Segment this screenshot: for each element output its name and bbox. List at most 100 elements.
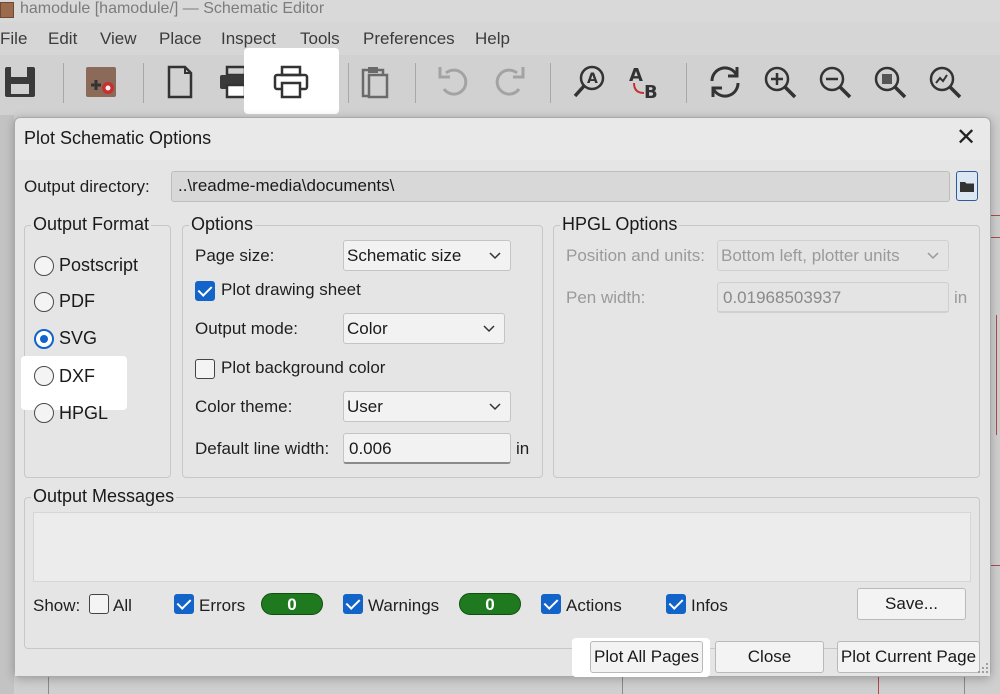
find-icon[interactable]: A — [566, 59, 612, 105]
plot-drawing-sheet-label[interactable]: Plot drawing sheet — [221, 280, 361, 300]
menu-help[interactable]: Help — [475, 29, 510, 49]
chevron-down-icon — [489, 252, 501, 260]
pen-width-label: Pen width: — [566, 288, 646, 307]
options-title: Options — [189, 214, 256, 235]
save-messages-button[interactable]: Save... — [857, 588, 966, 620]
plot-current-page-button[interactable]: Plot Current Page — [837, 641, 980, 673]
folder-icon — [960, 182, 974, 192]
show-actions-checkbox[interactable] — [541, 594, 561, 614]
chevron-down-icon — [489, 403, 501, 411]
radio-dxf[interactable] — [34, 366, 54, 386]
show-infos-label[interactable]: Infos — [691, 596, 728, 616]
output-mode-label: Output mode: — [195, 319, 299, 338]
zoom-in-icon[interactable] — [757, 59, 803, 105]
dialog-body: Output directory: ..\readme-media\docume… — [15, 160, 990, 677]
radio-postscript[interactable] — [34, 256, 54, 276]
errors-count-badge: 0 — [261, 593, 323, 615]
page-size-label: Page size: — [195, 246, 275, 265]
menu-place[interactable]: Place — [159, 29, 202, 49]
browse-folder-button[interactable] — [956, 171, 978, 201]
dialog-title: Plot Schematic Options — [24, 128, 212, 148]
schematic-setup-icon[interactable] — [78, 59, 124, 105]
find-replace-icon[interactable]: AB — [622, 59, 668, 105]
color-theme-value: User — [347, 397, 383, 416]
color-theme-select[interactable]: User — [343, 391, 511, 422]
output-directory-label: Output directory: — [24, 177, 150, 196]
menu-view[interactable]: View — [100, 29, 137, 49]
radio-pdf[interactable] — [34, 292, 54, 312]
pen-width-input[interactable]: 0.01968503937 — [717, 282, 949, 313]
close-icon[interactable]: ✕ — [951, 122, 981, 152]
color-theme-label: Color theme: — [195, 397, 293, 416]
undo-icon[interactable] — [430, 59, 476, 105]
plot-icon[interactable] — [268, 59, 314, 105]
output-mode-select[interactable]: Color — [343, 313, 505, 344]
radio-hpgl[interactable] — [34, 403, 54, 423]
menu-file[interactable]: File — [0, 29, 27, 49]
show-label: Show: — [33, 596, 81, 615]
menu-tools[interactable]: Tools — [300, 29, 340, 49]
show-warnings-checkbox[interactable] — [343, 594, 363, 614]
app-icon — [0, 2, 14, 18]
output-format-title: Output Format — [31, 214, 152, 235]
show-errors-label[interactable]: Errors — [199, 596, 245, 616]
paste-icon[interactable] — [352, 59, 398, 105]
menu-preferences[interactable]: Preferences — [363, 29, 455, 49]
svg-text:B: B — [644, 82, 658, 101]
plot-drawing-sheet-checkbox[interactable] — [195, 281, 215, 301]
plot-background-label[interactable]: Plot background color — [221, 358, 385, 378]
default-line-width-input[interactable]: 0.006 — [343, 433, 511, 464]
options-group: Options Page size: Schematic size Plot d… — [182, 214, 543, 478]
title-bar: hamodule [hamodule/] — Schematic Editor — [0, 0, 1000, 22]
plot-background-checkbox[interactable] — [195, 359, 215, 379]
resize-grip-icon[interactable] — [977, 662, 989, 674]
redo-icon[interactable] — [487, 59, 533, 105]
show-infos-checkbox[interactable] — [666, 594, 686, 614]
position-units-value: Bottom left, plotter units — [721, 246, 900, 265]
hpgl-options-group: HPGL Options Position and units: Bottom … — [553, 214, 980, 478]
show-all-checkbox[interactable] — [89, 594, 109, 614]
page-settings-icon[interactable] — [156, 59, 202, 105]
radio-svg[interactable] — [34, 329, 54, 349]
radio-label-postscript[interactable]: Postscript — [59, 255, 138, 276]
hpgl-options-title: HPGL Options — [560, 214, 680, 235]
page-size-value: Schematic size — [347, 246, 462, 265]
show-all-label[interactable]: All — [113, 596, 132, 616]
show-warnings-label[interactable]: Warnings — [368, 596, 439, 616]
position-units-label: Position and units: — [566, 246, 705, 265]
position-units-select[interactable]: Bottom left, plotter units — [717, 240, 949, 271]
output-messages-title: Output Messages — [31, 486, 177, 507]
menu-bar: File Edit View Place Inspect Tools Prefe… — [0, 27, 1000, 53]
radio-label-hpgl[interactable]: HPGL — [59, 403, 108, 424]
menu-edit[interactable]: Edit — [48, 29, 77, 49]
refresh-icon[interactable] — [702, 59, 748, 105]
output-mode-value: Color — [347, 319, 388, 338]
messages-list[interactable] — [33, 512, 971, 582]
radio-label-dxf[interactable]: DXF — [59, 366, 95, 387]
save-icon[interactable] — [0, 59, 43, 105]
chevron-down-icon — [483, 325, 495, 333]
close-button[interactable]: Close — [715, 641, 824, 673]
left-toolbar — [0, 115, 14, 694]
window-title: hamodule [hamodule/] — Schematic Editor — [20, 0, 325, 17]
pen-width-unit: in — [954, 288, 968, 307]
zoom-out-icon[interactable] — [812, 59, 858, 105]
show-actions-label[interactable]: Actions — [566, 596, 622, 616]
zoom-fit-icon[interactable] — [867, 59, 913, 105]
zoom-objects-icon[interactable] — [922, 59, 968, 105]
warnings-count-badge: 0 — [459, 593, 521, 615]
default-line-width-unit: in — [516, 439, 530, 458]
radio-label-pdf[interactable]: PDF — [59, 291, 95, 312]
svg-text:A: A — [587, 71, 598, 87]
radio-label-svg[interactable]: SVG — [59, 328, 97, 349]
plot-schematic-dialog: Plot Schematic Options ✕ Output director… — [14, 117, 991, 677]
svg-text:A: A — [629, 65, 643, 86]
chevron-down-icon — [927, 252, 939, 260]
show-errors-checkbox[interactable] — [174, 594, 194, 614]
output-directory-input[interactable]: ..\readme-media\documents\ — [171, 171, 950, 202]
output-format-group: Output Format Postscript PDF SVG DXF HPG… — [21, 214, 171, 478]
plot-all-pages-button[interactable]: Plot All Pages — [590, 641, 703, 673]
menu-inspect[interactable]: Inspect — [221, 29, 276, 49]
page-size-select[interactable]: Schematic size — [343, 240, 511, 271]
default-line-width-label: Default line width: — [195, 439, 330, 458]
